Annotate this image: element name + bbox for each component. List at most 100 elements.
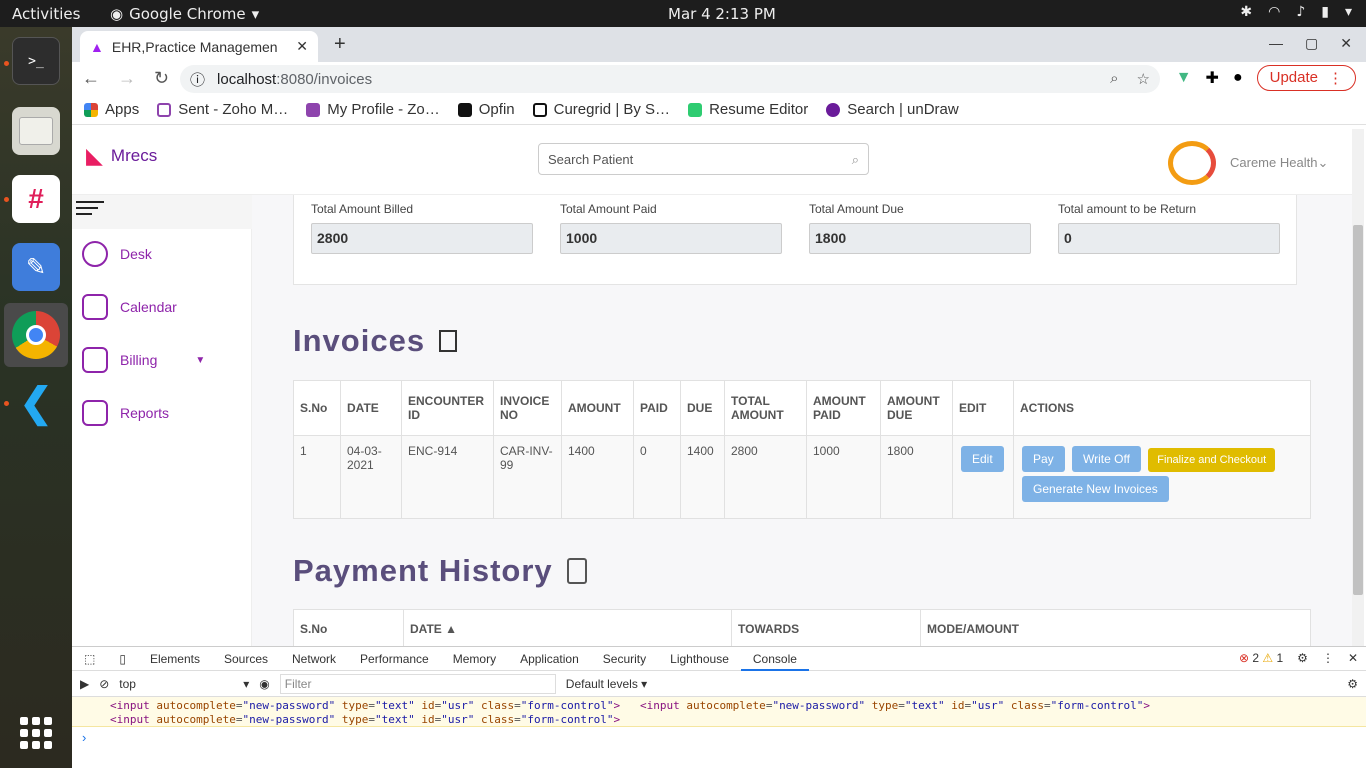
column-header: S.No <box>293 380 341 436</box>
column-header: DATE <box>340 380 402 436</box>
bookmark-opfin[interactable]: Opfin <box>457 101 515 118</box>
address-bar[interactable]: ⓘ localhost:8080/invoices ⌕ ☆ <box>180 65 1160 93</box>
device-toolbar-icon[interactable]: ▯ <box>107 647 138 671</box>
inspect-icon[interactable]: ⬚ <box>72 647 107 671</box>
files-icon[interactable] <box>12 107 60 155</box>
bookmark-label: Curegrid | By S… <box>553 101 671 118</box>
cell-paid: 0 <box>633 435 681 519</box>
context-select[interactable]: top ▾ <box>119 677 249 691</box>
resume-icon <box>688 102 703 117</box>
tab-console[interactable]: Console <box>740 647 809 671</box>
total-label: Total Amount Billed <box>311 202 414 216</box>
gear-icon[interactable]: ⚙ <box>1347 677 1358 691</box>
scrollbar-thumb[interactable] <box>1353 225 1363 595</box>
show-apps-icon[interactable] <box>20 717 52 749</box>
menu-toggle-icon[interactable] <box>76 201 104 219</box>
close-icon[interactable]: ✕ <box>296 38 308 55</box>
toolbar-extensions: ▼ ✚ ● Update ⋮ <box>1176 65 1356 91</box>
chrome-icon[interactable] <box>12 311 60 359</box>
brand-logo[interactable]: ◣ Mrecs <box>86 143 157 169</box>
star-icon[interactable]: ☆ <box>1137 70 1150 88</box>
console-prompt[interactable]: › <box>72 727 1366 748</box>
vscode-icon[interactable]: ❮ <box>12 379 60 427</box>
totals-card: Total Amount Billed 2800 Total Amount Pai… <box>293 195 1297 285</box>
app-menu[interactable]: ◉ Google Chrome ▾ <box>110 5 259 23</box>
sidebar-item-label: Reports <box>120 405 170 421</box>
bookmark-zoho-profile[interactable]: My Profile - Zo… <box>306 101 440 118</box>
table-row: 1 04-03-2021 ENC-914 CAR-INV-99 1400 0 1… <box>293 435 1311 519</box>
update-button[interactable]: Update ⋮ <box>1256 65 1356 91</box>
zoom-icon[interactable]: ⌕ <box>1110 70 1118 88</box>
eye-icon[interactable]: ◉ <box>259 677 269 691</box>
tab-lighthouse[interactable]: Lighthouse <box>658 647 741 671</box>
bookmarks-bar: Apps Sent - Zoho M… My Profile - Zo… Opf… <box>72 95 1366 125</box>
sidebar-toggle-icon[interactable]: ▶ <box>80 677 89 691</box>
bookmark-resume-editor[interactable]: Resume Editor <box>688 101 808 118</box>
bookmark-zoho-sent[interactable]: Sent - Zoho M… <box>157 101 288 118</box>
clock[interactable]: Mar 4 2:13 PM <box>668 5 776 23</box>
slack-icon[interactable]: # <box>12 175 60 223</box>
patient-search-input[interactable]: Search Patient ⌕ <box>538 143 869 175</box>
bookmark-apps[interactable]: Apps <box>84 101 139 118</box>
total-value: 1800 <box>809 223 1031 254</box>
clear-console-icon[interactable]: ⊘ <box>99 677 109 691</box>
bookmark-curegrid[interactable]: Curegrid | By S… <box>532 101 671 118</box>
close-window-icon[interactable]: ✕ <box>1340 35 1352 52</box>
edit-button[interactable]: Edit <box>961 446 1004 472</box>
total-return: Total amount to be Return 0 <box>1058 202 1280 254</box>
bookmark-label: Apps <box>105 101 140 118</box>
bookmark-undraw[interactable]: Search | unDraw <box>826 101 959 118</box>
sidebar-item-label: Calendar <box>120 299 177 315</box>
tab-elements[interactable]: Elements <box>138 647 212 671</box>
column-header-sortable[interactable]: DATE ▲ <box>403 609 732 646</box>
wifi-icon: ◠ <box>1268 4 1281 20</box>
tab-performance[interactable]: Performance <box>348 647 441 671</box>
new-tab-button[interactable]: + <box>334 33 346 56</box>
profile-icon[interactable]: ● <box>1233 69 1243 87</box>
video-icon <box>306 102 321 117</box>
maximize-icon[interactable]: ▢ <box>1305 35 1318 52</box>
pay-button[interactable]: Pay <box>1022 446 1065 472</box>
running-indicator <box>4 401 9 406</box>
more-icon[interactable]: ⋮ <box>1322 651 1334 665</box>
cell-amount: 1400 <box>561 435 634 519</box>
page-scrollbar[interactable] <box>1352 129 1364 646</box>
cell-edit: Edit <box>952 435 1014 519</box>
column-header: ACTIONS <box>1013 380 1311 436</box>
org-switcher[interactable]: Careme Health⌄ <box>1168 141 1328 185</box>
sidebar-item-desk[interactable]: Desk <box>82 241 152 267</box>
write-off-button[interactable]: Write Off <box>1072 446 1141 472</box>
cell-encounter-id: ENC-914 <box>401 435 494 519</box>
tab-security[interactable]: Security <box>591 647 658 671</box>
sidebar-item-billing[interactable]: Billing ▼ <box>82 347 205 373</box>
close-icon[interactable]: ✕ <box>1348 651 1358 665</box>
tab-sources[interactable]: Sources <box>212 647 280 671</box>
sidebar-item-calendar[interactable]: Calendar <box>82 294 177 320</box>
error-count[interactable]: ⊗ 2 ⚠ 1 <box>1239 651 1283 665</box>
info-icon: ⓘ <box>190 71 206 89</box>
chrome-icon: ◉ <box>110 5 124 23</box>
filter-input[interactable]: Filter <box>279 673 556 694</box>
back-icon[interactable]: ← <box>82 68 100 89</box>
text-editor-icon[interactable]: ✎ <box>12 243 60 291</box>
generate-invoices-button[interactable]: Generate New Invoices <box>1022 476 1169 502</box>
search-placeholder: Search Patient <box>548 152 634 167</box>
tab-application[interactable]: Application <box>508 647 591 671</box>
opfin-icon <box>457 102 472 117</box>
tab-memory[interactable]: Memory <box>441 647 508 671</box>
activities-button[interactable]: Activities <box>12 5 80 23</box>
forward-icon[interactable]: → <box>118 68 136 89</box>
extensions-icon[interactable]: ✚ <box>1206 68 1219 88</box>
gear-icon[interactable]: ⚙ <box>1297 651 1308 665</box>
minimize-icon[interactable]: — <box>1269 35 1283 52</box>
tab-network[interactable]: Network <box>280 647 348 671</box>
finalize-checkout-button[interactable]: Finalize and Checkout <box>1148 448 1276 472</box>
sidebar-item-reports[interactable]: Reports <box>82 400 169 426</box>
vue-extension-icon[interactable]: ▼ <box>1176 69 1192 87</box>
url-host: localhost <box>217 70 277 88</box>
reload-icon[interactable]: ↻ <box>154 68 169 89</box>
terminal-icon[interactable]: >_ <box>12 37 60 85</box>
system-tray[interactable]: ✱ ◠ ♪ ▮ ▾ <box>1240 4 1352 20</box>
browser-tab[interactable]: ▲ EHR,Practice Managemen ✕ <box>80 31 318 62</box>
levels-select[interactable]: Default levels ▾ <box>566 677 647 691</box>
